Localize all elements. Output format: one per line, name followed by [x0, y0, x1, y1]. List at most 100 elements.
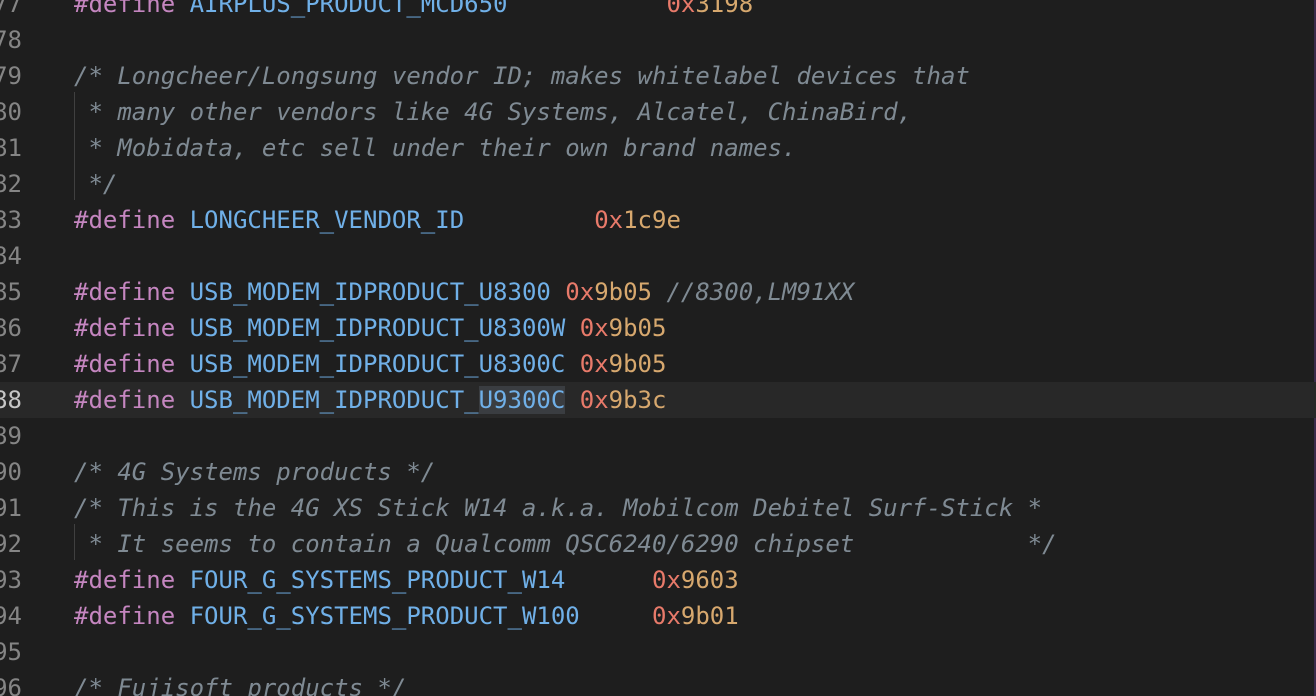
- code-token: LONGCHEER_VENDOR_ID: [189, 206, 465, 234]
- code-token: 0x: [579, 386, 609, 414]
- code-text[interactable]: /* Longcheer/Longsung vendor ID; makes w…: [74, 58, 970, 94]
- code-text[interactable]: * Mobidata, etc sell under their own bra…: [74, 130, 796, 166]
- code-line[interactable]: 85 #define USB_MODEM_IDPRODUCT_U8300 0x9b…: [0, 274, 1316, 310]
- line-number: 85: [0, 278, 22, 306]
- code-token: 0x: [594, 206, 624, 234]
- code-token: #define: [74, 566, 176, 594]
- code-line[interactable]: 81 * Mobidata, etc sell under their own …: [0, 130, 1316, 166]
- code-token: USB_MODEM_IDPRODUCT_U8300W: [189, 314, 566, 342]
- code-text[interactable]: #define FOUR_G_SYSTEMS_PRODUCT_W100 0x9b…: [74, 598, 739, 634]
- code-line[interactable]: 96 /* Fujisoft products */: [0, 670, 1316, 696]
- line-number: 77: [0, 0, 22, 18]
- line-number: 84: [0, 242, 22, 270]
- code-token: /* Longcheer/Longsung vendor ID; makes w…: [74, 62, 970, 90]
- code-token: 0x: [579, 350, 609, 378]
- code-token: 0x: [579, 314, 609, 342]
- line-number: 78: [0, 26, 22, 54]
- code-token: /* This is the 4G XS Stick W14 a.k.a. Mo…: [74, 494, 1043, 522]
- line-number: 86: [0, 314, 22, 342]
- code-token: 1c9e: [623, 206, 681, 234]
- code-token: 3198: [695, 0, 754, 18]
- code-line[interactable]: 79 /* Longcheer/Longsung vendor ID; makes…: [0, 58, 1316, 94]
- code-text[interactable]: #define USB_MODEM_IDPRODUCT_U8300 0x9b05…: [74, 274, 854, 310]
- code-line[interactable]: 82 */: [0, 166, 1316, 202]
- code-token: /* Fujisoft products */: [74, 674, 407, 696]
- line-number: 87: [0, 350, 22, 378]
- code-token: 9b05: [608, 350, 667, 378]
- code-line[interactable]: 91 /* This is the 4G XS Stick W14 a.k.a. …: [0, 490, 1316, 526]
- code-editor[interactable]: 77 #define AIRPLUS_PRODUCT_MCD650 0x3198 7…: [0, 0, 1316, 696]
- code-token: 9b3c: [608, 386, 667, 414]
- line-number: 94: [0, 602, 22, 630]
- line-number: 90: [0, 458, 22, 486]
- line-number: 96: [0, 674, 22, 696]
- code-token: 0x: [652, 602, 681, 630]
- code-text[interactable]: * many other vendors like 4G Systems, Al…: [74, 94, 912, 130]
- code-line[interactable]: 88 #define USB_MODEM_IDPRODUCT_U9300C 0x9…: [0, 382, 1316, 418]
- code-token: #define: [74, 314, 176, 342]
- code-line[interactable]: 83 #define LONGCHEER_VENDOR_ID 0x1c9e: [0, 202, 1316, 238]
- code-token: FOUR_G_SYSTEMS_PRODUCT_W14: [189, 566, 566, 594]
- code-token: * It seems to contain a Qualcomm QSC6240…: [74, 530, 1057, 558]
- code-line[interactable]: 94 #define FOUR_G_SYSTEMS_PRODUCT_W100 0x…: [0, 598, 1316, 634]
- code-line[interactable]: 87 #define USB_MODEM_IDPRODUCT_U8300C 0x9…: [0, 346, 1316, 382]
- code-text[interactable]: #define USB_MODEM_IDPRODUCT_U8300C 0x9b0…: [74, 346, 666, 382]
- code-token: * many other vendors like 4G Systems, Al…: [74, 98, 913, 126]
- code-text[interactable]: #define LONGCHEER_VENDOR_ID 0x1c9e: [74, 202, 681, 238]
- code-token: //8300,LM91XX: [666, 278, 855, 306]
- code-line[interactable]: 93 #define FOUR_G_SYSTEMS_PRODUCT_W14 0x9…: [0, 562, 1316, 598]
- code-text[interactable]: /* Fujisoft products */: [74, 670, 406, 696]
- code-text[interactable]: #define USB_MODEM_IDPRODUCT_U9300C 0x9b3…: [74, 382, 666, 418]
- code-text[interactable]: /* This is the 4G XS Stick W14 a.k.a. Mo…: [74, 490, 1042, 526]
- code-text[interactable]: #define USB_MODEM_IDPRODUCT_U8300W 0x9b0…: [74, 310, 666, 346]
- code-text[interactable]: #define FOUR_G_SYSTEMS_PRODUCT_W14 0x960…: [74, 562, 739, 598]
- code-token: USB_MODEM_IDPRODUCT_U8300C: [189, 350, 566, 378]
- code-text[interactable]: /* 4G Systems products */: [74, 454, 435, 490]
- code-token: 0x: [652, 566, 681, 594]
- code-token: 0x: [565, 278, 595, 306]
- code-token: /* 4G Systems products */: [74, 458, 436, 486]
- line-number: 89: [0, 422, 22, 450]
- code-line[interactable]: 80 * many other vendors like 4G Systems,…: [0, 94, 1316, 130]
- code-token: USB_MODEM_IDPRODUCT_: [189, 386, 479, 414]
- line-number: 83: [0, 206, 22, 234]
- line-number: 79: [0, 62, 22, 90]
- code-token: USB_MODEM_IDPRODUCT_U8300: [189, 278, 551, 306]
- code-text[interactable]: * It seems to contain a Qualcomm QSC6240…: [74, 526, 1057, 562]
- code-token: AIRPLUS_PRODUCT_MCD650: [189, 0, 508, 18]
- code-line[interactable]: 78: [0, 22, 1316, 58]
- code-line[interactable]: 77 #define AIRPLUS_PRODUCT_MCD650 0x3198: [0, 0, 1316, 22]
- line-number: 81: [0, 134, 22, 162]
- line-number: 80: [0, 98, 22, 126]
- code-line[interactable]: 86 #define USB_MODEM_IDPRODUCT_U8300W 0x9…: [0, 310, 1316, 346]
- code-token: #define: [74, 350, 176, 378]
- line-number: 82: [0, 170, 22, 198]
- code-token: #define: [74, 0, 176, 18]
- code-line[interactable]: 84: [0, 238, 1316, 274]
- code-text[interactable]: #define AIRPLUS_PRODUCT_MCD650 0x3198: [74, 0, 753, 22]
- code-token: 9b01: [680, 602, 739, 630]
- line-number: 92: [0, 530, 22, 558]
- code-token: 9b05: [594, 278, 652, 306]
- code-token: * Mobidata, etc sell under their own bra…: [74, 134, 797, 162]
- code-token: */: [74, 170, 118, 198]
- code-text[interactable]: */: [74, 166, 117, 202]
- code-line[interactable]: 95: [0, 634, 1316, 670]
- code-token: #define: [74, 206, 176, 234]
- code-token: 0x: [666, 0, 696, 18]
- code-line[interactable]: 92 * It seems to contain a Qualcomm QSC6…: [0, 526, 1316, 562]
- code-line[interactable]: 89: [0, 418, 1316, 454]
- code-line[interactable]: 90 /* 4G Systems products */: [0, 454, 1316, 490]
- selected-text: U9300C: [478, 386, 566, 414]
